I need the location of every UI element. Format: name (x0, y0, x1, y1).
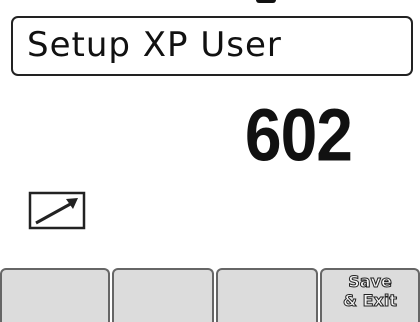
save-exit-button[interactable]: Save & Exit (320, 268, 420, 322)
softkey-3-button[interactable] (216, 268, 318, 322)
trend-arrow-up-right-icon (28, 190, 86, 230)
softkey-2-button[interactable] (112, 268, 214, 322)
softkey-1-button[interactable] (0, 268, 110, 322)
softkey-bar: Save & Exit (0, 268, 420, 322)
top-edge-mark (256, 0, 276, 3)
save-exit-label: Save & Exit (343, 272, 398, 311)
setting-value: 602 (244, 93, 353, 176)
device-screen: Setup XP User 602 Save & Exit (0, 0, 420, 322)
title-bar: Setup XP User (11, 16, 413, 76)
screen-title: Setup XP User (27, 25, 282, 65)
